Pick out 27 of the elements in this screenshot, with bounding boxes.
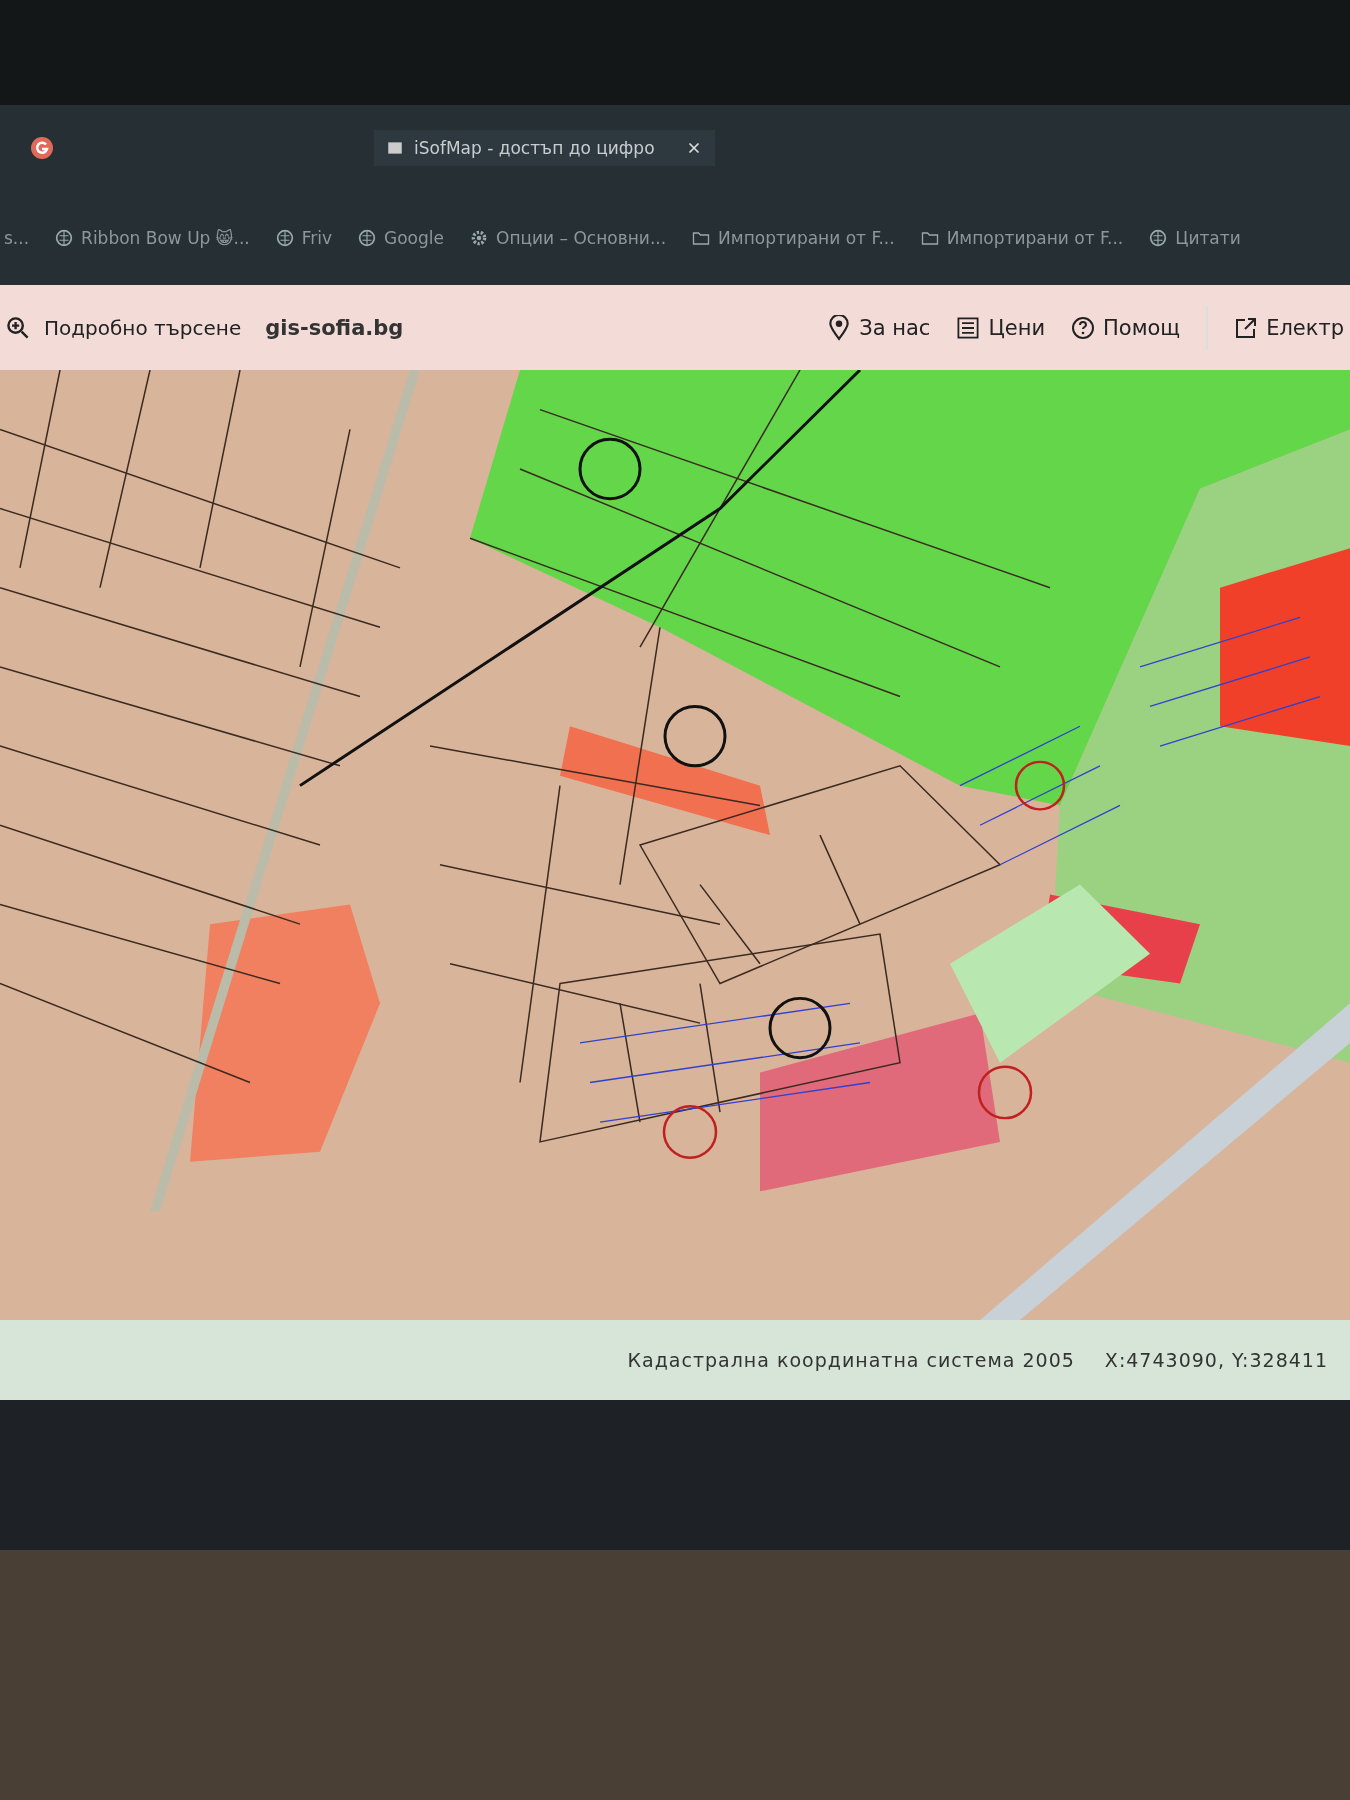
globe-icon (55, 228, 74, 247)
advanced-search-link[interactable]: Подробно търсене (6, 314, 242, 341)
bookmark[interactable]: Ribbon Bow Up 😸... (55, 227, 250, 248)
globe-icon (275, 228, 294, 247)
coordinate-system-label: Кадастрална координатна система 2005 (627, 1349, 1075, 1371)
help-icon (1071, 314, 1096, 341)
zoom-in-icon (6, 314, 30, 341)
bookmark[interactable]: Импортирани от F... (692, 227, 895, 248)
cursor-coordinates: X:4743090, Y:328411 (1104, 1349, 1328, 1371)
bookmark[interactable]: Опции – Основни... (470, 227, 667, 248)
bookmark[interactable]: Google (358, 227, 444, 248)
browser-tab[interactable]: iSofMap - достъп до цифро (374, 129, 715, 166)
site-name[interactable]: gis-sofia.bg (265, 315, 404, 340)
nav-link[interactable]: За нас (827, 314, 931, 341)
globe-icon (358, 228, 377, 247)
bookmark[interactable]: s... (4, 227, 30, 248)
cadastral-map-drawing[interactable] (0, 370, 1350, 1320)
gear-icon (470, 228, 488, 247)
bookmark[interactable]: Friv (275, 227, 333, 248)
browser-logo-icon[interactable] (30, 135, 54, 160)
globe-icon (1149, 228, 1168, 247)
nav-link[interactable]: Помощ (1071, 314, 1181, 341)
location-pin-icon (827, 314, 852, 341)
bookmark[interactable]: Импортирани от F... (920, 227, 1124, 248)
bookmark[interactable]: Цитати (1149, 227, 1241, 248)
nav-link[interactable]: Електр (1234, 314, 1344, 341)
nav-link[interactable]: Цени (956, 314, 1046, 341)
